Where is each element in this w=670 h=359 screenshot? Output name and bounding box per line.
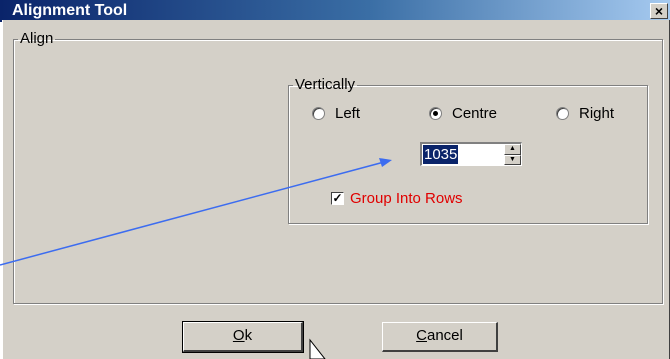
radio-right-label: Right	[579, 105, 615, 122]
radio-left-indicator[interactable]	[312, 107, 325, 120]
spinner-down-icon[interactable]: ▼	[504, 154, 521, 165]
title-bar: Alignment Tool ×	[0, 0, 670, 22]
window-title: Alignment Tool	[12, 2, 128, 19]
cancel-mnemonic: C	[416, 327, 427, 344]
radio-right-indicator[interactable]	[556, 107, 569, 120]
ok-mnemonic: O	[232, 327, 245, 344]
cancel-button[interactable]: Cancel	[382, 322, 498, 352]
value-spinner[interactable]: 1035 ▲ ▼	[420, 142, 522, 166]
close-icon: ×	[654, 3, 664, 19]
radio-right[interactable]: Right	[556, 105, 614, 122]
ok-label-rest: k	[244, 327, 253, 344]
close-button[interactable]: ×	[650, 3, 668, 19]
spinner-buttons: ▲ ▼	[504, 144, 521, 165]
radio-left[interactable]: Left	[312, 105, 360, 122]
radio-centre-indicator[interactable]	[429, 107, 442, 120]
radio-centre[interactable]: Centre	[429, 105, 497, 122]
group-rows-checkbox[interactable]: ✓	[331, 192, 344, 205]
ok-button[interactable]: Ok	[182, 321, 304, 353]
vertically-group-legend: Vertically	[295, 76, 356, 93]
group-rows-label: Group Into Rows	[350, 190, 463, 207]
radio-centre-label: Centre	[452, 105, 498, 122]
spinner-value[interactable]: 1035	[423, 145, 459, 164]
align-group-legend: Align	[20, 30, 54, 47]
group-rows-checkbox-row[interactable]: ✓ Group Into Rows	[331, 190, 463, 207]
cancel-label-rest: ancel	[426, 327, 463, 344]
spinner-up-icon[interactable]: ▲	[504, 144, 521, 155]
radio-left-label: Left	[335, 105, 361, 122]
